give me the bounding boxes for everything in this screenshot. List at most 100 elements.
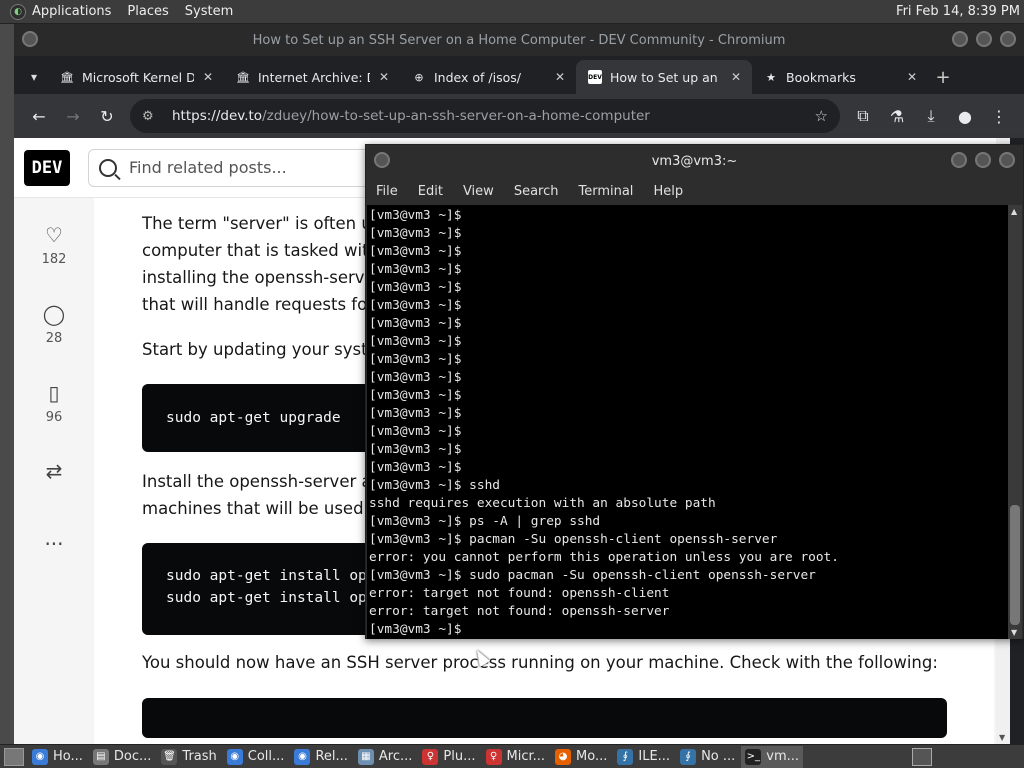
- scroll-up-icon[interactable]: ▲: [1011, 207, 1017, 216]
- taskbar-item[interactable]: ◉ Rel...: [290, 746, 351, 768]
- pin-icon: ♀: [485, 748, 502, 765]
- menu-help[interactable]: Help: [653, 184, 683, 199]
- extensions-icon[interactable]: ⧉: [846, 100, 880, 132]
- minimize-button[interactable]: [951, 152, 967, 168]
- taskbar-item[interactable]: ▦ Arc...: [354, 746, 417, 768]
- more-menu-icon[interactable]: ⋮: [982, 100, 1016, 132]
- back-button[interactable]: ←: [22, 100, 56, 132]
- taskbar-item-label: vm...: [766, 749, 800, 764]
- reload-button[interactable]: ↻: [90, 100, 124, 132]
- terminal-line: [vm3@vm3 ~]$: [369, 460, 462, 475]
- tab-title: Bookmarks: [786, 69, 856, 85]
- paragraph: machines that will be used a: [142, 499, 379, 518]
- tab-close-icon[interactable]: ✕: [200, 70, 216, 84]
- bookmark-star-icon[interactable]: ☆: [815, 107, 828, 125]
- scroll-thumb[interactable]: [1010, 505, 1020, 625]
- menu-file[interactable]: File: [376, 184, 398, 199]
- reaction-sidebar: ♡ 182 ◯ 28 ▯ 96 ⇄ ···: [14, 198, 94, 744]
- panel-clock[interactable]: Fri Feb 14, 8:39 PM: [896, 4, 1020, 19]
- terminal-scrollbar[interactable]: ▲ ▼: [1008, 205, 1022, 639]
- menu-system[interactable]: System: [185, 4, 233, 19]
- search-icon: [99, 158, 117, 177]
- window-menu-button[interactable]: [374, 152, 390, 168]
- new-tab-button[interactable]: +: [928, 60, 958, 94]
- chromium-icon: ◉: [294, 748, 311, 765]
- tab-title: Index of /isos/: [434, 69, 521, 85]
- taskbar-item[interactable]: ◉ Ho...: [28, 746, 87, 768]
- forward-button[interactable]: →: [56, 100, 90, 132]
- menu-search[interactable]: Search: [514, 184, 559, 199]
- distro-logo-icon[interactable]: ◐: [10, 3, 26, 20]
- tab-internet-archive[interactable]: 🏛 Internet Archive: D ✕: [224, 60, 400, 94]
- terminal-line: [vm3@vm3 ~]$ sshd: [369, 478, 500, 493]
- menu-terminal[interactable]: Terminal: [578, 184, 633, 199]
- tab-microsoft-kernel[interactable]: 🏛 Microsoft Kernel D ✕: [48, 60, 224, 94]
- bookmark-button[interactable]: ▯ 96: [34, 380, 74, 425]
- globe-icon: ⊕: [414, 70, 424, 84]
- window-menu-button[interactable]: [22, 31, 38, 47]
- menu-places[interactable]: Places: [127, 4, 168, 19]
- terminal-line: [vm3@vm3 ~]$: [369, 334, 462, 349]
- taskbar-item[interactable]: ◕ Mo...: [551, 746, 611, 768]
- maximize-button[interactable]: [975, 152, 991, 168]
- show-desktop-button[interactable]: [4, 747, 24, 766]
- taskbar-item[interactable]: >_ vm...: [741, 745, 804, 768]
- tab-title: How to Set up an: [610, 69, 718, 85]
- taskbar-item[interactable]: ♀ Plu...: [418, 746, 479, 768]
- taskbar-item-label: No ...: [701, 749, 736, 764]
- paragraph: installing the openssh-serve: [142, 268, 375, 287]
- minimize-button[interactable]: [952, 31, 968, 47]
- menu-applications[interactable]: Applications: [32, 4, 111, 19]
- terminal-line: error: target not found: openssh-server: [369, 604, 670, 619]
- tab-close-icon[interactable]: ✕: [904, 70, 920, 84]
- taskbar-item-label: Doc...: [113, 749, 152, 764]
- tab-close-icon[interactable]: ✕: [728, 70, 744, 84]
- browser-titlebar[interactable]: How to Set up an SSH Server on a Home Co…: [14, 24, 1024, 56]
- comment-button[interactable]: ◯ 28: [34, 301, 74, 346]
- close-window-button[interactable]: [1000, 31, 1016, 47]
- tab-search-chevron-icon[interactable]: ▾: [20, 60, 48, 94]
- maximize-button[interactable]: [976, 31, 992, 47]
- archive-manager-icon: ▦: [357, 748, 374, 765]
- taskbar-item[interactable]: ∮ No ...: [676, 746, 739, 768]
- taskbar-item[interactable]: ∮ ILE...: [613, 746, 674, 768]
- taskbar-item[interactable]: ▤ Doc...: [89, 746, 156, 768]
- labs-flask-icon[interactable]: ⚗: [880, 100, 914, 132]
- address-bar[interactable]: ⚙ https://dev.to/zduey/how-to-set-up-an-…: [130, 99, 840, 133]
- terminal-output[interactable]: [vm3@vm3 ~]$ [vm3@vm3 ~]$ [vm3@vm3 ~]$ [vm3…: [367, 205, 1009, 639]
- tab-how-to-set-up[interactable]: DEV How to Set up an ✕: [576, 60, 752, 94]
- code-block: [142, 698, 947, 738]
- tab-title: Microsoft Kernel D: [82, 69, 194, 85]
- terminal-line: [vm3@vm3 ~]$: [369, 352, 462, 367]
- taskbar-item[interactable]: ♀ Micr...: [482, 746, 550, 768]
- terminal-line: error: target not found: openssh-client: [369, 586, 670, 601]
- scroll-down-icon[interactable]: ▼: [1011, 628, 1017, 637]
- site-info-icon[interactable]: ⚙: [142, 109, 160, 124]
- taskbar-item-label: Mo...: [576, 749, 608, 764]
- taskbar-item[interactable]: 🗑 Trash: [157, 746, 220, 768]
- profile-avatar-icon[interactable]: ●: [948, 100, 982, 132]
- like-count: 182: [41, 252, 67, 267]
- dev-logo[interactable]: DEV: [24, 149, 70, 186]
- more-options-button[interactable]: ···: [34, 531, 74, 557]
- taskbar-item[interactable]: ◉ Coll...: [223, 746, 289, 768]
- tab-close-icon[interactable]: ✕: [552, 70, 568, 84]
- share-button[interactable]: ⇄: [34, 458, 74, 484]
- python-icon: ∮: [617, 748, 634, 765]
- terminal-line: [vm3@vm3 ~]$: [369, 208, 462, 223]
- menu-view[interactable]: View: [463, 184, 494, 199]
- workspace-switcher[interactable]: [912, 747, 932, 766]
- tab-bookmarks[interactable]: ★ Bookmarks ✕: [752, 60, 928, 94]
- download-icon[interactable]: ⤓: [914, 100, 948, 132]
- tab-close-icon[interactable]: ✕: [376, 70, 392, 84]
- like-button[interactable]: ♡ 182: [34, 222, 74, 267]
- menu-edit[interactable]: Edit: [418, 184, 443, 199]
- star-icon: ★: [766, 70, 776, 84]
- tab-index-isos[interactable]: ⊕ Index of /isos/ ✕: [400, 60, 576, 94]
- task-list: ◉ Ho... ▤ Doc... 🗑 Trash ◉ Coll... ◉ Rel... ▦ Arc..…: [28, 745, 805, 768]
- terminal-line: sshd requires execution with an absolute…: [369, 496, 716, 511]
- terminal-titlebar[interactable]: vm3@vm3:~: [366, 145, 1023, 177]
- close-window-button[interactable]: [999, 152, 1015, 168]
- scroll-down-icon[interactable]: ▼: [999, 733, 1005, 742]
- terminal-line: [vm3@vm3 ~]$ ps -A | grep sshd: [369, 514, 601, 529]
